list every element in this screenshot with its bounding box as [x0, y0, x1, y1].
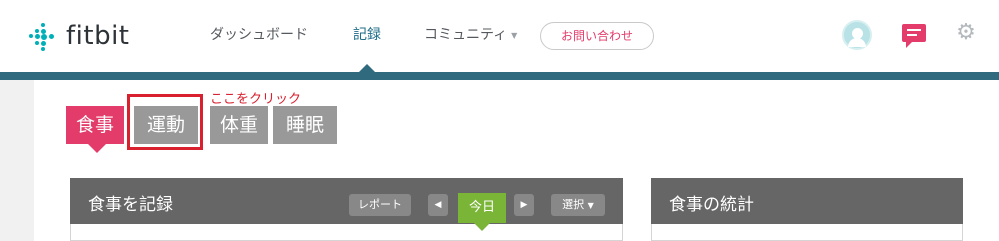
- avatar[interactable]: [842, 20, 872, 50]
- fitbit-logo[interactable]: fitbit: [28, 20, 130, 52]
- click-highlight-box: [127, 94, 203, 150]
- today-button[interactable]: 今日: [458, 193, 506, 231]
- tab-sleep[interactable]: 睡眠: [273, 106, 337, 144]
- message-icon[interactable]: [902, 24, 926, 48]
- contact-button[interactable]: お問い合わせ: [540, 22, 654, 50]
- tab-meal[interactable]: 食事: [66, 106, 124, 153]
- nav-bar-underline: [0, 72, 999, 80]
- top-header: fitbit ダッシュボード 記録 コミュニティ ▼ お問い合わせ ⚙: [0, 0, 999, 72]
- next-day-button[interactable]: ▶: [514, 194, 534, 216]
- select-dropdown[interactable]: 選択 ▼: [551, 194, 605, 216]
- nav-community-label: コミュニティ: [424, 27, 508, 43]
- nav-log[interactable]: 記録: [353, 24, 381, 44]
- meal-stats-title: 食事の統計: [669, 195, 754, 215]
- fitbit-dots-icon: [28, 21, 58, 51]
- chevron-down-icon: ▼: [511, 30, 518, 40]
- select-label: 選択: [562, 198, 585, 211]
- active-nav-pointer: [358, 64, 376, 73]
- report-button[interactable]: レポート: [349, 194, 411, 216]
- logo-text: fitbit: [66, 21, 130, 51]
- tab-weight[interactable]: 体重: [210, 106, 268, 144]
- meal-stats-header: 食事の統計: [651, 178, 963, 224]
- meal-log-header: 食事を記録: [70, 178, 623, 224]
- chevron-left-icon: ◀: [434, 200, 442, 210]
- meal-log-title: 食事を記録: [88, 195, 173, 215]
- chevron-right-icon: ▶: [520, 200, 528, 210]
- gear-icon[interactable]: ⚙: [955, 22, 977, 44]
- click-here-annotation: ここをクリック: [210, 92, 302, 107]
- nav-dashboard[interactable]: ダッシュボード: [210, 24, 308, 44]
- previous-day-button[interactable]: ◀: [428, 194, 448, 216]
- chevron-down-icon: ▼: [587, 201, 594, 210]
- nav-community[interactable]: コミュニティ ▼: [424, 24, 517, 44]
